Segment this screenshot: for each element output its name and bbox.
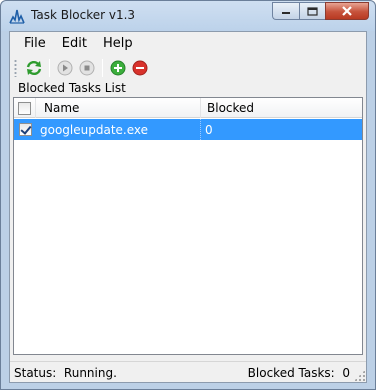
remove-icon: [132, 60, 148, 76]
column-header-name[interactable]: Name: [36, 98, 201, 118]
column-header-blocked[interactable]: Blocked: [201, 98, 362, 118]
remove-button[interactable]: [129, 57, 151, 79]
title-bar[interactable]: Task Blocker v1.3: [1, 1, 375, 31]
blocked-tasks-label-status: Blocked Tasks:: [247, 366, 335, 380]
row-checkbox[interactable]: [18, 123, 32, 136]
close-button[interactable]: [325, 2, 369, 20]
minimize-icon: [282, 12, 290, 14]
row-checkbox-cell[interactable]: [14, 119, 36, 140]
select-all-checkbox[interactable]: [18, 101, 31, 115]
maximize-button[interactable]: [299, 2, 325, 20]
stop-icon: [79, 60, 95, 76]
refresh-icon: [26, 60, 42, 76]
refresh-button[interactable]: [23, 57, 45, 79]
maximize-icon: [307, 6, 318, 16]
status-label: Status:: [14, 366, 57, 380]
blocked-tasks-label: Blocked Tasks List: [18, 81, 126, 95]
add-icon: [110, 60, 126, 76]
status-value: Running.: [63, 366, 117, 380]
menu-file[interactable]: File: [16, 33, 54, 54]
add-button[interactable]: [107, 57, 129, 79]
blocked-tasks-count: 0: [342, 366, 350, 380]
stop-button[interactable]: [76, 57, 98, 79]
blocked-count-status: Blocked Tasks: 0: [248, 366, 350, 380]
blocked-tasks-list[interactable]: Name Blocked googleupdate.exe 0: [13, 97, 363, 355]
toolbar: [10, 55, 366, 81]
start-button[interactable]: [54, 57, 76, 79]
toolbar-grip[interactable]: [14, 59, 17, 77]
play-icon: [57, 60, 73, 76]
app-icon: [9, 9, 25, 24]
window-title: Task Blocker v1.3: [31, 8, 136, 22]
toolbar-separator: [102, 59, 103, 77]
menu-edit[interactable]: Edit: [54, 33, 95, 54]
row-name: googleupdate.exe: [36, 119, 201, 140]
toolbar-separator: [49, 59, 50, 77]
minimize-button[interactable]: [272, 2, 299, 20]
status-bar: Status: Running. Blocked Tasks: 0: [10, 361, 366, 382]
close-icon: [342, 6, 352, 16]
size-grip[interactable]: [354, 370, 365, 381]
window-controls: [272, 2, 369, 20]
row-blocked-count: 0: [205, 122, 213, 137]
menu-bar: File Edit Help: [10, 32, 366, 54]
client-area: File Edit Help Blocked Tasks List Name B…: [9, 31, 367, 383]
status-text: Status: Running.: [14, 366, 117, 380]
select-all-header[interactable]: [14, 98, 36, 118]
table-row[interactable]: googleupdate.exe 0: [14, 119, 362, 140]
app-window: Task Blocker v1.3 File Edit Help Blocked…: [0, 0, 376, 390]
list-header: Name Blocked: [14, 98, 362, 118]
menu-help[interactable]: Help: [95, 33, 141, 54]
